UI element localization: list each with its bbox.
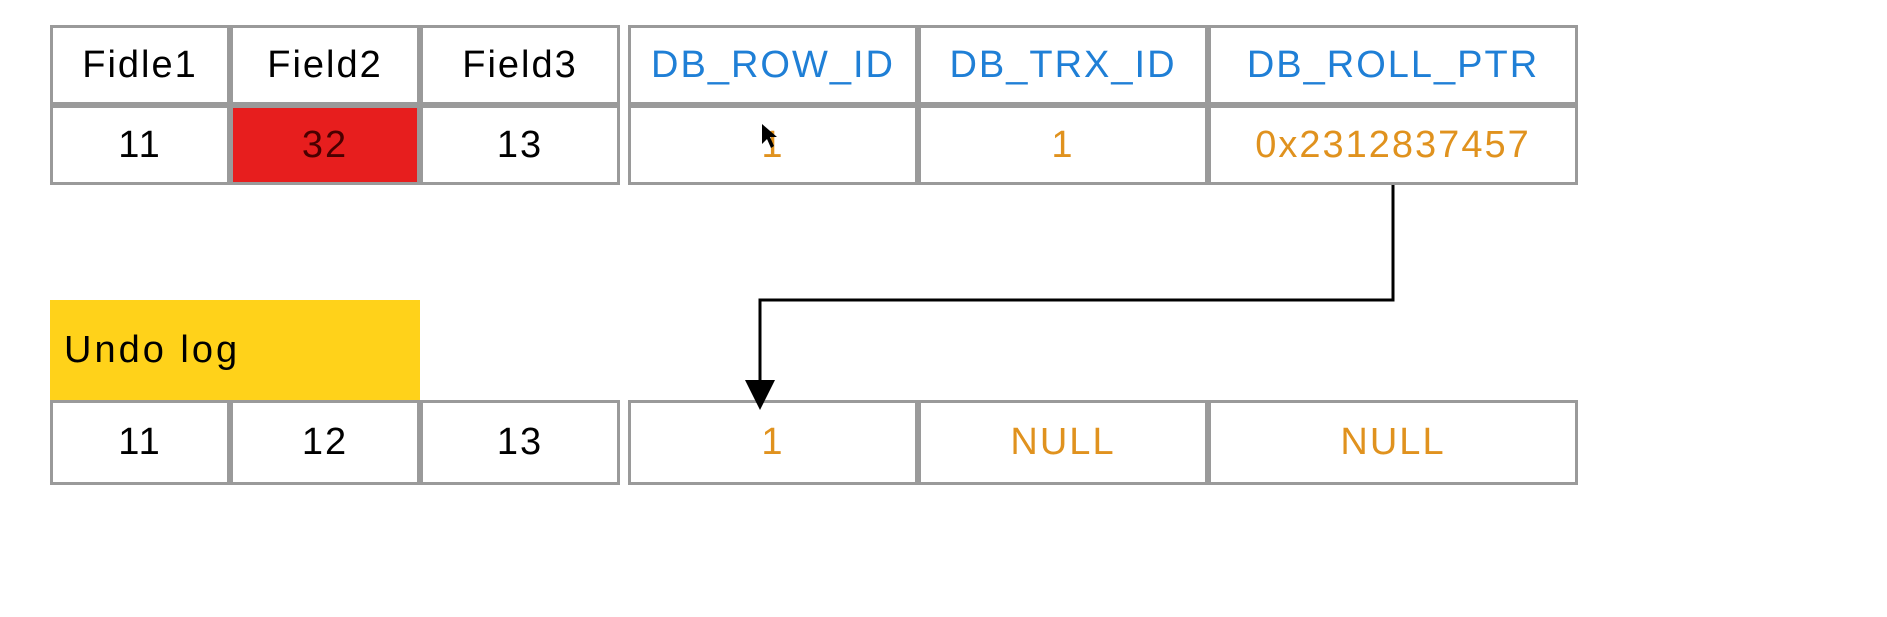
top-header-db-trx-id: DB_TRX_ID: [918, 25, 1208, 105]
top-header-field3: Field3: [420, 25, 620, 105]
undo-cell-field3: 13: [420, 400, 620, 485]
top-cell-db-trx-id: 1: [918, 105, 1208, 185]
top-header-field2: Field2: [230, 25, 420, 105]
undo-cell-db-roll-ptr: NULL: [1208, 400, 1578, 485]
undo-cell-field1: 11: [50, 400, 230, 485]
top-header-db-row-id: DB_ROW_ID: [628, 25, 918, 105]
top-cell-field3: 13: [420, 105, 620, 185]
undo-cell-db-trx-id: NULL: [918, 400, 1208, 485]
undo-cell-db-row-id: 1: [628, 400, 918, 485]
top-cell-field2-highlighted: 32: [230, 105, 420, 185]
top-header-field1: Fidle1: [50, 25, 230, 105]
diagram-stage: Fidle1 Field2 Field3 DB_ROW_ID DB_TRX_ID…: [0, 0, 1887, 617]
undo-log-label: Undo log: [50, 300, 420, 400]
top-cell-field1: 11: [50, 105, 230, 185]
top-cell-db-roll-ptr: 0x2312837457: [1208, 105, 1578, 185]
undo-cell-field2: 12: [230, 400, 420, 485]
top-cell-db-row-id: 1: [628, 105, 918, 185]
top-header-db-roll-ptr: DB_ROLL_PTR: [1208, 25, 1578, 105]
